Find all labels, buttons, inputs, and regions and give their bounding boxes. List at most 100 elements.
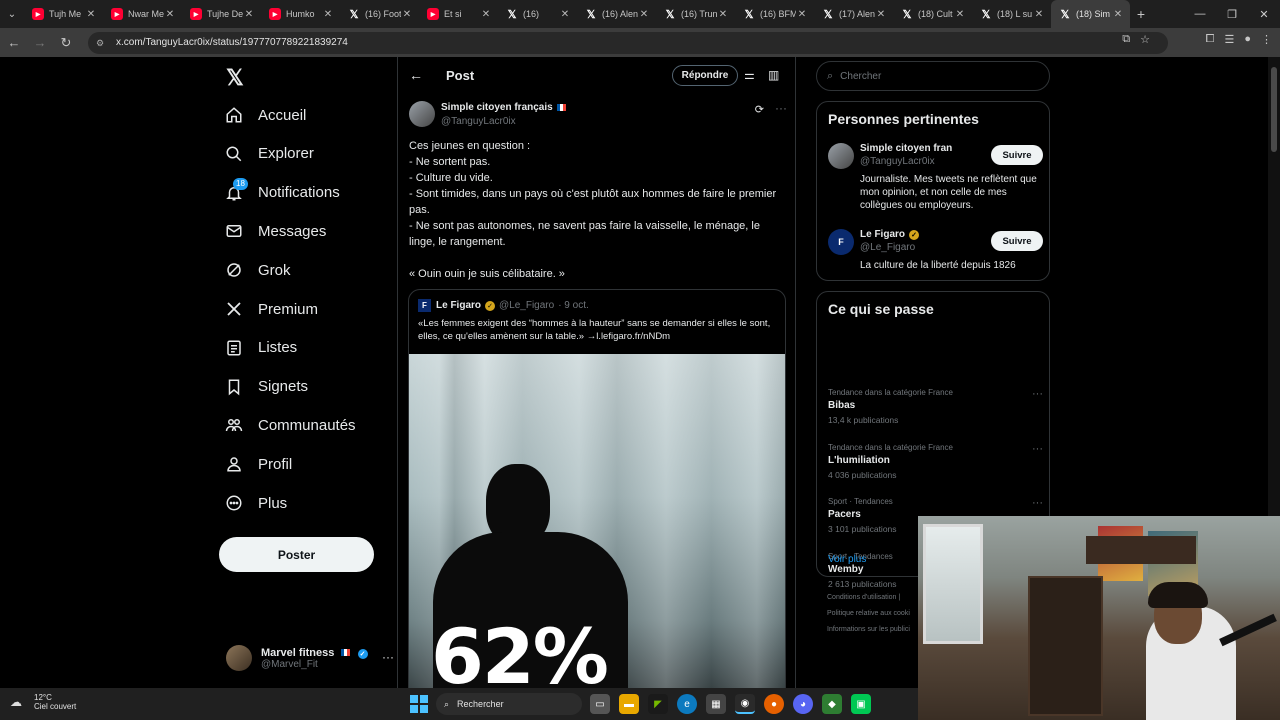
maximize-icon[interactable]: ❐ (1216, 0, 1248, 28)
minimize-icon[interactable]: — (1184, 0, 1216, 28)
x-logo-icon[interactable]: 𝕏 (226, 65, 244, 91)
browser-tab[interactable]: ▶ Humko ✕ (261, 0, 340, 28)
browser-tab[interactable]: 𝕏 (16) Trun ✕ (656, 0, 735, 28)
back-arrow-icon[interactable]: ← (409, 67, 423, 83)
tab-close-icon[interactable]: ✕ (717, 9, 729, 20)
tab-close-icon[interactable]: ✕ (638, 9, 650, 20)
search-input[interactable]: ⌕ Chercher (816, 61, 1050, 91)
browser-tab[interactable]: 𝕏 (16) Alen ✕ (577, 0, 656, 28)
back-icon[interactable]: ← (2, 31, 26, 55)
app-icon[interactable]: ▣ (851, 694, 871, 714)
trend-item[interactable]: Tendance dans la catégorie France Bibas 13… (828, 388, 1043, 438)
trend-item[interactable]: Tendance dans la catégorie France L'humil… (828, 443, 1043, 493)
person-card[interactable]: F Le Figaro ✓ @Le_Figaro Suivre La cultur… (828, 229, 1043, 274)
weather-widget[interactable]: ☁ 12°C Ciel couvert (10, 693, 76, 711)
nav-item-messages[interactable]: Messages (224, 212, 326, 250)
browser-tab[interactable]: 𝕏 (18) L su ✕ (972, 0, 1051, 28)
more-icon[interactable]: ··· (775, 101, 787, 115)
nav-item-notifications[interactable]: 18 Notifications (224, 174, 340, 212)
browser-tab[interactable]: ▶ Nwar Me ✕ (103, 0, 182, 28)
footer-link[interactable]: Politique relative aux cooki (827, 606, 927, 622)
more-icon[interactable]: ··· (1032, 443, 1043, 455)
tab-close-icon[interactable]: ✕ (796, 9, 808, 20)
post-button[interactable]: Poster (219, 537, 374, 572)
see-more-link[interactable]: Voir plus (828, 554, 866, 565)
author-handle[interactable]: @TanguyLacr0ix (441, 116, 516, 127)
windows-start-icon[interactable] (410, 695, 428, 713)
quoted-post[interactable]: F Le Figaro ✓ @Le_Figaro · 9 oct. «Les f… (408, 289, 786, 688)
scroll-thumb[interactable] (1271, 67, 1277, 152)
tab-close-icon[interactable]: ✕ (164, 9, 176, 20)
tab-search-icon[interactable]: ⌄ (0, 0, 24, 28)
close-window-icon[interactable]: ✕ (1248, 0, 1280, 28)
more-icon[interactable]: ··· (1032, 388, 1043, 400)
more-icon[interactable]: ··· (382, 650, 394, 664)
follow-button[interactable]: Suivre (991, 231, 1043, 251)
forward-icon[interactable]: → (28, 31, 52, 55)
account-switcher[interactable]: Marvel fitness ✓ @Marvel_Fit ··· (226, 643, 396, 673)
browser-tab[interactable]: ▶ Et si ✕ (419, 0, 498, 28)
reader-view-icon[interactable]: ▥ (768, 68, 779, 82)
nav-item-communautés[interactable]: Communautés (224, 406, 356, 444)
profile-icon[interactable]: ● (1244, 33, 1251, 46)
browser-tab[interactable]: 𝕏 (18) Sim ✕ (1051, 0, 1130, 28)
nav-item-premium[interactable]: Premium (224, 290, 318, 328)
url-bar[interactable]: ⚙ x.com/TanguyLacr0ix/status/19777077892… (88, 31, 1168, 54)
tab-close-icon[interactable]: ✕ (243, 9, 255, 20)
task-view-icon[interactable]: ▭ (590, 694, 610, 714)
footer-link[interactable]: Informations sur les publici (827, 622, 927, 638)
nav-item-accueil[interactable]: Accueil (224, 96, 306, 134)
browser-tab[interactable]: 𝕏 (17) Alen ✕ (814, 0, 893, 28)
browser-tab[interactable]: 𝕏 (16) Foot ✕ (340, 0, 419, 28)
tab-close-icon[interactable]: ✕ (954, 9, 966, 20)
tab-close-icon[interactable]: ✕ (1033, 9, 1045, 20)
tab-close-icon[interactable]: ✕ (480, 9, 492, 20)
new-tab-button[interactable]: + (1130, 6, 1152, 22)
browser-tab[interactable]: ▶ Tujh Me ✕ (24, 0, 103, 28)
le-figaro-logo-icon[interactable]: F (828, 229, 854, 255)
nvidia-icon[interactable]: ◤ (648, 694, 668, 714)
reading-list-icon[interactable]: ☰ (1224, 33, 1234, 46)
reply-button[interactable]: Répondre (672, 65, 738, 86)
filter-icon[interactable]: ⚌ (744, 68, 755, 82)
app-icon[interactable]: ◆ (822, 694, 842, 714)
bookmark-star-icon[interactable]: ☆ (1140, 33, 1150, 46)
browser-tab[interactable]: 𝕏 (16) BFM ✕ (735, 0, 814, 28)
person-name[interactable]: Simple citoyen françai... (860, 143, 952, 154)
discord-icon[interactable]: ◕ (793, 694, 813, 714)
tab-close-icon[interactable]: ✕ (85, 9, 97, 20)
firefox-icon[interactable]: ● (764, 694, 784, 714)
follow-button[interactable]: Suivre (991, 145, 1043, 165)
chrome-icon[interactable]: ◉ (735, 694, 755, 714)
taskbar-search[interactable]: ⌕ Rechercher (436, 693, 582, 715)
person-name[interactable]: Le Figaro ✓ (860, 229, 952, 240)
browser-tab[interactable]: ▶ Tujhe De ✕ (182, 0, 261, 28)
edge-icon[interactable]: e (677, 694, 697, 714)
tab-close-icon[interactable]: ✕ (1112, 9, 1124, 20)
avatar[interactable] (409, 101, 435, 127)
quote-image[interactable]: 62% (409, 354, 785, 688)
extensions-icon[interactable]: ⧠ (1206, 33, 1215, 46)
nav-item-signets[interactable]: Signets (224, 368, 308, 406)
footer-link[interactable]: Conditions d'utilisation | (827, 590, 927, 606)
nav-item-profil[interactable]: Profil (224, 445, 292, 483)
person-card[interactable]: Simple citoyen françai... @TanguyLacr0ix… (828, 143, 1043, 213)
browser-tab[interactable]: 𝕏 (16) ✕ (498, 0, 577, 28)
install-app-icon[interactable]: ⧉ (1122, 33, 1130, 46)
store-icon[interactable]: ▦ (706, 694, 726, 714)
site-settings-icon[interactable]: ⚙ (96, 38, 108, 48)
browser-tab[interactable]: 𝕏 (18) Cult ✕ (893, 0, 972, 28)
nav-item-grok[interactable]: Grok (224, 251, 291, 289)
nav-item-listes[interactable]: Listes (224, 329, 297, 367)
author-name[interactable]: Simple citoyen français (441, 102, 566, 113)
nav-item-plus[interactable]: Plus (224, 484, 287, 522)
tab-close-icon[interactable]: ✕ (401, 9, 413, 20)
nav-item-explorer[interactable]: Explorer (224, 135, 314, 173)
tab-close-icon[interactable]: ✕ (875, 9, 887, 20)
reload-icon[interactable]: ↻ (54, 31, 78, 55)
tab-close-icon[interactable]: ✕ (322, 9, 334, 20)
avatar[interactable] (828, 143, 854, 169)
chrome-menu-icon[interactable]: ⋮ (1261, 33, 1272, 46)
tab-close-icon[interactable]: ✕ (559, 9, 571, 20)
file-explorer-icon[interactable]: ▬ (619, 694, 639, 714)
